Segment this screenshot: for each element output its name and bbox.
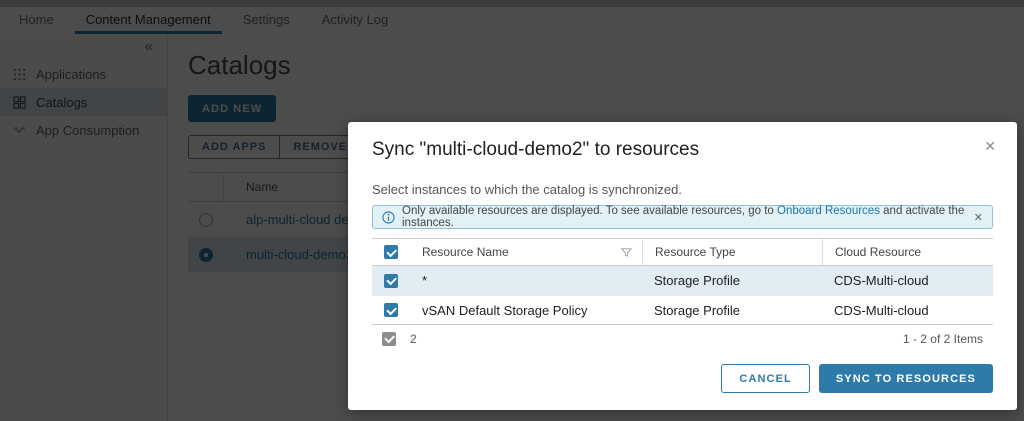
resource-type-cell: Storage Profile <box>642 303 822 318</box>
row-checkbox[interactable] <box>384 274 398 288</box>
resource-name-cell: vSAN Default Storage Policy <box>410 303 642 318</box>
cloud-resource-cell: CDS-Multi-cloud <box>822 303 993 318</box>
onboard-resources-link[interactable]: Onboard Resources <box>777 205 880 217</box>
dialog-title: Sync "multi-cloud-demo2" to resources <box>348 122 1017 161</box>
resources-table-header: Resource Name Resource Type Cloud Resour… <box>372 239 993 266</box>
dialog-actions: CANCEL SYNC TO RESOURCES <box>721 364 993 393</box>
alert-close-icon[interactable]: ✕ <box>974 211 983 224</box>
resource-type-column-header: Resource Type <box>642 239 822 265</box>
table-row[interactable]: * Storage Profile CDS-Multi-cloud <box>372 266 993 295</box>
row-checkbox[interactable] <box>384 303 398 317</box>
resources-table: Resource Name Resource Type Cloud Resour… <box>372 238 993 352</box>
dialog-description: Select instances to which the catalog is… <box>372 182 993 197</box>
resource-type-cell: Storage Profile <box>642 273 822 288</box>
selected-count-checkbox <box>382 332 396 346</box>
sync-to-resources-button[interactable]: SYNC TO RESOURCES <box>819 364 993 393</box>
resource-name-column-header: Resource Name <box>410 239 642 265</box>
info-icon <box>382 211 395 224</box>
pagination-text: 1 - 2 of 2 Items <box>903 332 993 346</box>
dialog-close-icon[interactable]: ✕ <box>984 138 996 155</box>
table-footer: 2 1 - 2 of 2 Items <box>372 324 993 352</box>
cloud-resource-column-header: Cloud Resource <box>822 239 993 265</box>
alert-message: Only available resources are displayed. … <box>402 205 967 229</box>
app-window: Home Content Management Settings Activit… <box>0 0 1024 421</box>
resource-name-cell: * <box>410 273 642 288</box>
cloud-resource-cell: CDS-Multi-cloud <box>822 273 993 288</box>
table-row[interactable]: vSAN Default Storage Policy Storage Prof… <box>372 295 993 324</box>
info-alert: Only available resources are displayed. … <box>372 205 993 229</box>
filter-icon[interactable] <box>621 247 632 258</box>
selected-count: 2 <box>410 332 903 346</box>
cancel-button[interactable]: CANCEL <box>721 364 809 393</box>
select-all-checkbox[interactable] <box>384 245 398 259</box>
sync-dialog: Sync "multi-cloud-demo2" to resources ✕ … <box>348 122 1017 410</box>
